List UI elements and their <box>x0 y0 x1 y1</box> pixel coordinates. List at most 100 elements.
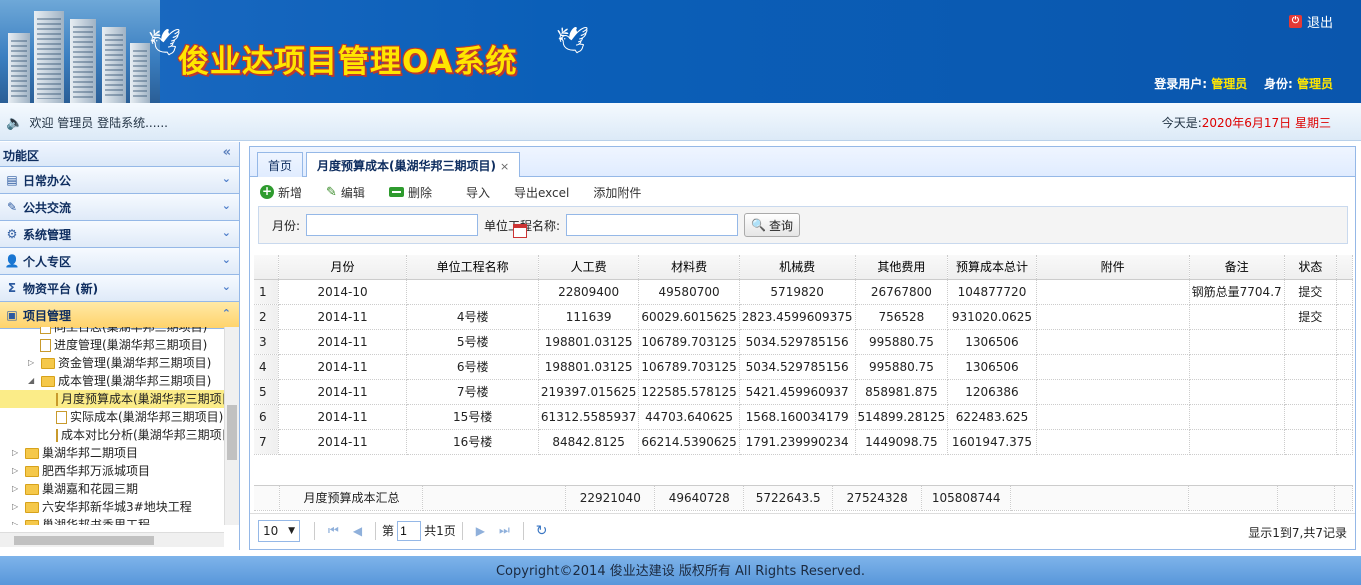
col-labor[interactable]: 人工费 <box>538 255 640 280</box>
cell-labor: 219397.015625 <box>538 379 640 405</box>
col-material[interactable]: 材料费 <box>638 255 740 280</box>
cell-spacer <box>1336 354 1353 380</box>
refresh-icon[interactable]: ↻ <box>536 523 548 539</box>
summary-labor: 22921040 <box>565 486 656 511</box>
user-icon: 👤 <box>4 254 20 268</box>
sigma-icon: Σ <box>7 281 17 295</box>
row-number: 1 <box>254 279 279 305</box>
first-page-icon[interactable]: ⏮ <box>328 523 339 538</box>
sidebar-section-daily-office[interactable]: ▤ 日常办公 ⌄ <box>0 167 239 194</box>
tree-node[interactable]: ◢ 成本管理(巢湖华邦三期项目) <box>0 372 224 390</box>
tree-node-label: 成本管理(巢湖华邦三期项目) <box>58 374 212 388</box>
table-row[interactable]: 3 2014-11 5号楼 198801.03125 106789.703125 5034… <box>254 329 1353 355</box>
table-row[interactable]: 1 2014-10 22809400 49580700 5719820 26767800 1… <box>254 279 1353 305</box>
tree-node[interactable]: 实际成本(巢湖华邦三期项目) <box>0 408 224 426</box>
logout-button[interactable]: ⏻ 退出 <box>1288 12 1333 31</box>
edit-label: 编辑 <box>340 185 365 200</box>
tree-node[interactable]: 进度管理(巢湖华邦三期项目) <box>0 336 224 354</box>
folder-icon <box>25 519 39 525</box>
tree-node[interactable]: 同工日志(巢湖华邦三期项目) <box>0 327 224 336</box>
cell-total: 622483.625 <box>947 404 1037 430</box>
cell-machine: 1791.239990234 <box>739 429 856 455</box>
month-field-wrapper <box>306 214 528 238</box>
col-status[interactable]: 状态 <box>1284 255 1338 280</box>
col-other[interactable]: 其他费用 <box>855 255 949 280</box>
add-button[interactable]: + 新增 <box>260 184 302 201</box>
expand-icon[interactable]: ▷ <box>12 444 22 462</box>
collapse-left-icon[interactable]: « <box>223 145 231 160</box>
sidebar-section-project-mgmt[interactable]: ▣ 项目管理 ⌃ <box>0 302 239 329</box>
cell-other: 1449098.75 <box>855 429 949 455</box>
table-row[interactable]: 5 2014-11 7号楼 219397.015625 122585.578125 542… <box>254 379 1353 405</box>
scrollbar-thumb[interactable] <box>14 536 154 545</box>
document-icon <box>56 410 67 424</box>
col-machine[interactable]: 机械费 <box>739 255 856 280</box>
table-body: 1 2014-10 22809400 49580700 5719820 26767800 1… <box>254 279 1353 455</box>
calendar-icon[interactable] <box>513 224 528 238</box>
sidebar-section-public-exchange[interactable]: ✎ 公共交流 ⌄ <box>0 194 239 221</box>
col-remark[interactable]: 备注 <box>1189 255 1285 280</box>
tab-monthly-budget[interactable]: 月度预算成本(巢湖华邦三期项目) × <box>306 152 521 177</box>
unit-name-input[interactable] <box>566 214 739 236</box>
tree-node[interactable]: ▷ 肥西华邦万派城项目 <box>0 462 224 480</box>
tree-node[interactable]: ▷ 资金管理(巢湖华邦三期项目) <box>0 354 224 372</box>
folder-open-icon <box>41 375 55 387</box>
cell-other: 514899.28125 <box>855 404 949 430</box>
tree-node-label: 进度管理(巢湖华邦三期项目) <box>54 338 208 352</box>
export-excel-button[interactable]: 导出excel <box>514 184 569 201</box>
table-row[interactable]: 6 2014-11 15号楼 61312.5585937 44703.640625 156… <box>254 404 1353 430</box>
cell-unit: 7号楼 <box>406 379 539 405</box>
folder-icon <box>41 357 55 369</box>
query-button[interactable]: 🔍 查询 <box>744 213 801 237</box>
expand-icon[interactable]: ▷ <box>28 354 38 372</box>
edit-button[interactable]: ✎ 编辑 <box>326 184 365 201</box>
col-month[interactable]: 月份 <box>278 255 408 280</box>
col-total[interactable]: 预算成本总计 <box>947 255 1037 280</box>
tree-node[interactable]: ▷ 六安华邦新华城3#地块工程 <box>0 498 224 516</box>
delete-button[interactable]: 删除 <box>388 184 432 201</box>
sidebar-section-personal[interactable]: 👤 个人专区 ⌄ <box>0 248 239 275</box>
row-number: 3 <box>254 329 279 355</box>
add-attachment-button[interactable]: 添加附件 <box>593 184 641 201</box>
tree-node[interactable]: ▷ 巢湖嘉和花园三期 <box>0 480 224 498</box>
tree-node[interactable]: ▷ 巢湖华邦二期项目 <box>0 444 224 462</box>
page-size-select[interactable]: 10 ▼ <box>258 519 300 542</box>
expand-icon[interactable]: ▷ <box>12 462 22 480</box>
scrollbar-thumb[interactable] <box>227 405 237 460</box>
tree-horizontal-scrollbar[interactable] <box>0 532 224 547</box>
section-label: 个人专区 <box>23 254 72 269</box>
tree-node-selected[interactable]: 月度预算成本(巢湖华邦三期项目) <box>0 390 224 408</box>
divider <box>375 521 377 540</box>
page-number-input[interactable] <box>397 520 422 541</box>
tree-vertical-scrollbar[interactable] <box>224 327 239 525</box>
prev-page-icon[interactable]: ◀ <box>353 524 362 538</box>
sidebar-section-system-admin[interactable]: ⚙ 系统管理 ⌄ <box>0 221 239 248</box>
close-icon[interactable]: × <box>500 160 509 173</box>
table-row[interactable]: 4 2014-11 6号楼 198801.03125 106789.703125 5034… <box>254 354 1353 380</box>
col-attachment[interactable]: 附件 <box>1036 255 1190 280</box>
tab-home[interactable]: 首页 <box>257 152 304 177</box>
dove-icon: 🕊 <box>556 26 590 56</box>
expand-icon[interactable]: ▷ <box>12 498 22 516</box>
table-row[interactable]: 2 2014-11 4号楼 111639 60029.6015625 2823.45996… <box>254 304 1353 330</box>
collapse-icon[interactable]: ◢ <box>28 372 38 390</box>
tree-node[interactable]: ▷ 巢湖华邦书香里工程 <box>0 516 224 525</box>
cell-unit: 16号楼 <box>406 429 539 455</box>
expand-icon[interactable]: ▷ <box>12 480 22 498</box>
last-page-icon[interactable]: ⏭ <box>499 523 510 538</box>
sidebar-title: 功能区 <box>3 149 40 163</box>
import-button[interactable]: 导入 <box>466 184 490 201</box>
next-page-icon[interactable]: ▶ <box>476 524 485 538</box>
col-unit[interactable]: 单位工程名称 <box>406 255 539 280</box>
month-input[interactable] <box>306 214 479 236</box>
expand-icon[interactable]: ▷ <box>12 516 22 525</box>
today-value: 2020年6月17日 星期三 <box>1201 116 1331 130</box>
cell-other: 26767800 <box>855 279 949 305</box>
cell-month: 2014-11 <box>278 329 408 355</box>
sidebar-section-materials[interactable]: Σ 物资平台 (新) ⌄ <box>0 275 239 302</box>
table-row[interactable]: 7 2014-11 16号楼 84842.8125 66214.5390625 1791.… <box>254 429 1353 455</box>
tree-node-label: 资金管理(巢湖华邦三期项目) <box>58 356 212 370</box>
chevron-down-icon: ⌄ <box>221 280 231 293</box>
query-label: 查询 <box>769 218 794 233</box>
tree-node[interactable]: 成本对比分析(巢湖华邦三期项目) <box>0 426 224 444</box>
